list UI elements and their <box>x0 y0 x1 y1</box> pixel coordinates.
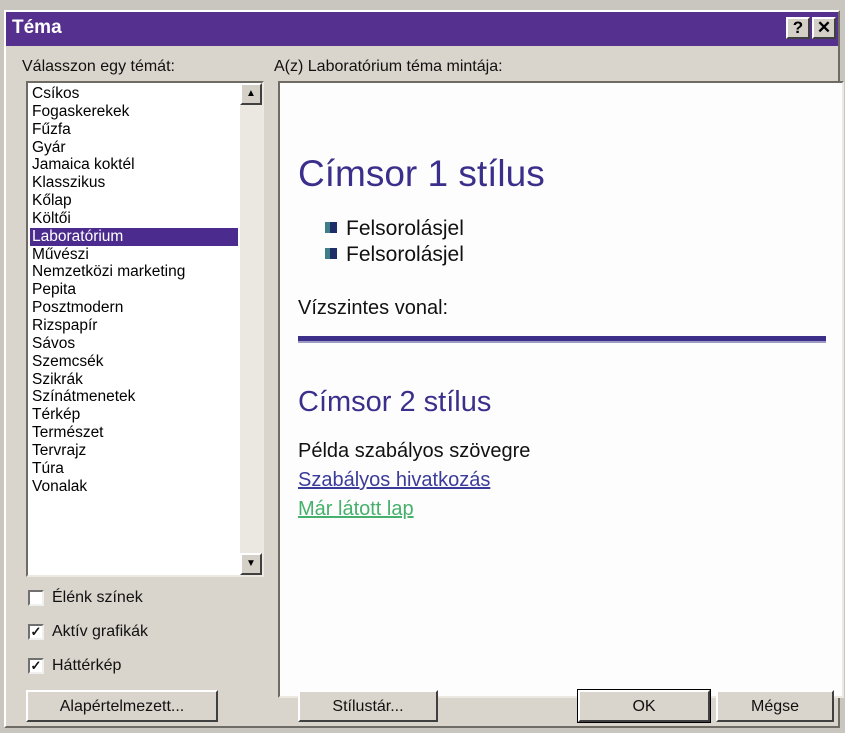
preview-heading2: Címsor 2 stílus <box>298 386 492 418</box>
bullet-icon <box>325 222 337 233</box>
background-image-label: Háttérkép <box>52 657 122 674</box>
active-graphics-checkbox[interactable]: ✓ <box>28 624 44 640</box>
theme-list-item[interactable]: Laboratórium <box>30 227 238 246</box>
default-button[interactable]: Alapértelmezett... <box>26 690 218 722</box>
ok-button[interactable]: OK <box>577 689 711 723</box>
theme-list-item[interactable]: Kőlap <box>30 192 238 210</box>
preview-horizontal-line <box>298 336 826 343</box>
title-bar[interactable]: Téma ? ✕ <box>6 12 838 46</box>
theme-list-item[interactable]: Tervrajz <box>30 442 238 460</box>
preview-body-text: Példa szabályos szövegre <box>298 440 531 462</box>
preview-link: Szabályos hivatkozás <box>298 469 491 491</box>
help-button[interactable]: ? <box>786 17 810 39</box>
list-scrollbar[interactable]: ▲ ▼ <box>240 83 262 575</box>
scroll-down-arrow-icon[interactable]: ▼ <box>240 553 262 575</box>
theme-list-item[interactable]: Gyár <box>30 139 238 157</box>
theme-list-item[interactable]: Vonalak <box>30 478 238 496</box>
theme-list-item[interactable]: Túra <box>30 460 238 478</box>
theme-list-item[interactable]: Térkép <box>30 406 238 424</box>
preview-bullet-text: Felsorolásjel <box>346 243 464 266</box>
theme-list-item[interactable]: Természet <box>30 424 238 442</box>
scroll-up-arrow-icon[interactable]: ▲ <box>240 83 262 105</box>
close-button[interactable]: ✕ <box>812 17 836 39</box>
theme-listbox[interactable]: Csíkos Fogaskerekek Fűzfa Gyár Jamaica kokté… <box>26 81 264 577</box>
theme-list-item[interactable]: Fogaskerekek <box>30 103 238 121</box>
theme-list-item[interactable]: Nemzetközi marketing <box>30 263 238 281</box>
theme-list-item[interactable]: Csíkos <box>30 85 238 103</box>
style-gallery-button[interactable]: Stílustár... <box>298 690 438 722</box>
theme-list-item[interactable]: Fűzfa <box>30 121 238 139</box>
bullet-icon <box>325 248 337 259</box>
vivid-colors-label: Élénk színek <box>52 589 143 606</box>
dialog-title: Téma <box>12 17 62 38</box>
theme-list-label: Válasszon egy témát: <box>22 58 175 75</box>
theme-list-item[interactable]: Rizspapír <box>30 317 238 335</box>
theme-list-item[interactable]: Költői <box>30 210 238 228</box>
background-image-checkbox[interactable]: ✓ <box>28 658 44 674</box>
theme-dialog: Téma ? ✕ Válasszon egy témát: A(z) Labor… <box>4 10 844 728</box>
theme-preview: Címsor 1 stílus Felsorolásjel Felsorolás… <box>278 81 844 698</box>
theme-list-item[interactable]: Posztmodern <box>30 299 238 317</box>
theme-list-item[interactable]: Sávos <box>30 335 238 353</box>
theme-list-item[interactable]: Pepita <box>30 281 238 299</box>
preview-bullet: Felsorolásjel <box>325 217 464 241</box>
active-graphics-label: Aktív grafikák <box>52 623 149 640</box>
theme-list-item[interactable]: Klasszikus <box>30 174 238 192</box>
preview-label: A(z) Laboratórium téma mintája: <box>274 58 503 75</box>
theme-list-item[interactable]: Művészi <box>30 246 238 264</box>
preview-bullet: Felsorolásjel <box>325 243 464 267</box>
theme-list-item[interactable]: Színátmenetek <box>30 388 238 406</box>
theme-list-item[interactable]: Szikrák <box>30 371 238 389</box>
cancel-button[interactable]: Mégse <box>716 690 834 722</box>
preview-hr-label: Vízszintes vonal: <box>298 297 449 319</box>
theme-list-item[interactable]: Szemcsék <box>30 353 238 371</box>
vivid-colors-checkbox[interactable] <box>28 590 44 606</box>
theme-list[interactable]: Csíkos Fogaskerekek Fűzfa Gyár Jamaica kokté… <box>30 85 238 495</box>
preview-heading1: Címsor 1 stílus <box>298 153 545 194</box>
preview-bullet-text: Felsorolásjel <box>346 217 464 240</box>
theme-list-item[interactable]: Jamaica koktél <box>30 156 238 174</box>
preview-visited-link: Már látott lap <box>298 498 414 520</box>
